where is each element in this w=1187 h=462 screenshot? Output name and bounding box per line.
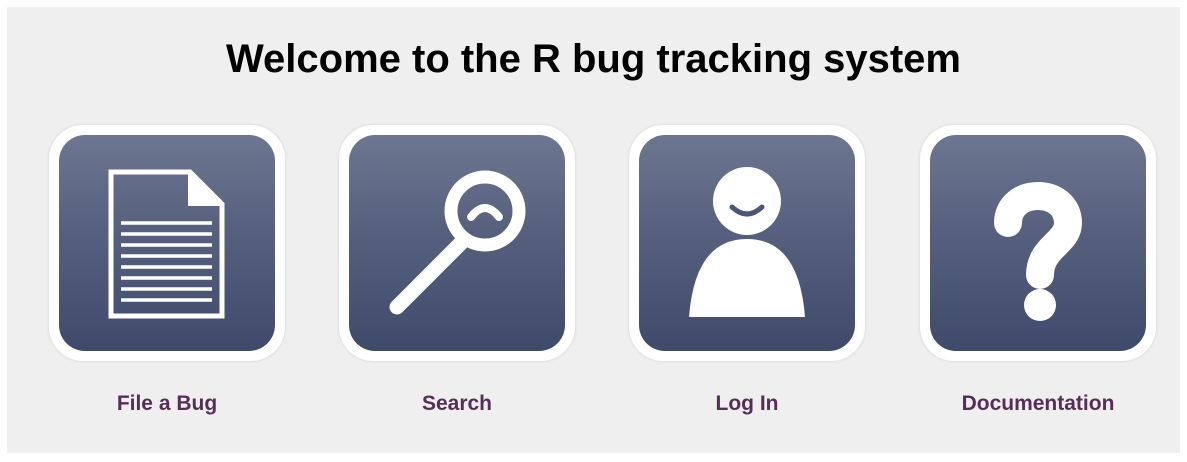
log-in-link[interactable]: Log In <box>629 125 865 417</box>
search-tile-frame[interactable] <box>339 125 575 361</box>
magnifier-icon[interactable] <box>349 135 565 351</box>
search-link[interactable]: Search <box>339 125 575 417</box>
file-a-bug-tile-frame[interactable] <box>49 125 285 361</box>
documentation-tile-frame[interactable] <box>920 125 1156 361</box>
welcome-panel: Welcome to the R bug tracking system Fil… <box>7 7 1180 453</box>
search-label[interactable]: Search <box>339 391 575 417</box>
log-in-label[interactable]: Log In <box>629 391 865 417</box>
file-a-bug-label[interactable]: File a Bug <box>49 391 285 417</box>
documentation-label[interactable]: Documentation <box>920 391 1156 417</box>
log-in-tile-frame[interactable] <box>629 125 865 361</box>
question-mark-icon[interactable] <box>930 135 1146 351</box>
page-title: Welcome to the R bug tracking system <box>226 37 961 81</box>
document-icon[interactable] <box>59 135 275 351</box>
documentation-link[interactable]: Documentation <box>920 125 1156 417</box>
user-icon[interactable] <box>639 135 855 351</box>
file-a-bug-link[interactable]: File a Bug <box>49 125 285 417</box>
